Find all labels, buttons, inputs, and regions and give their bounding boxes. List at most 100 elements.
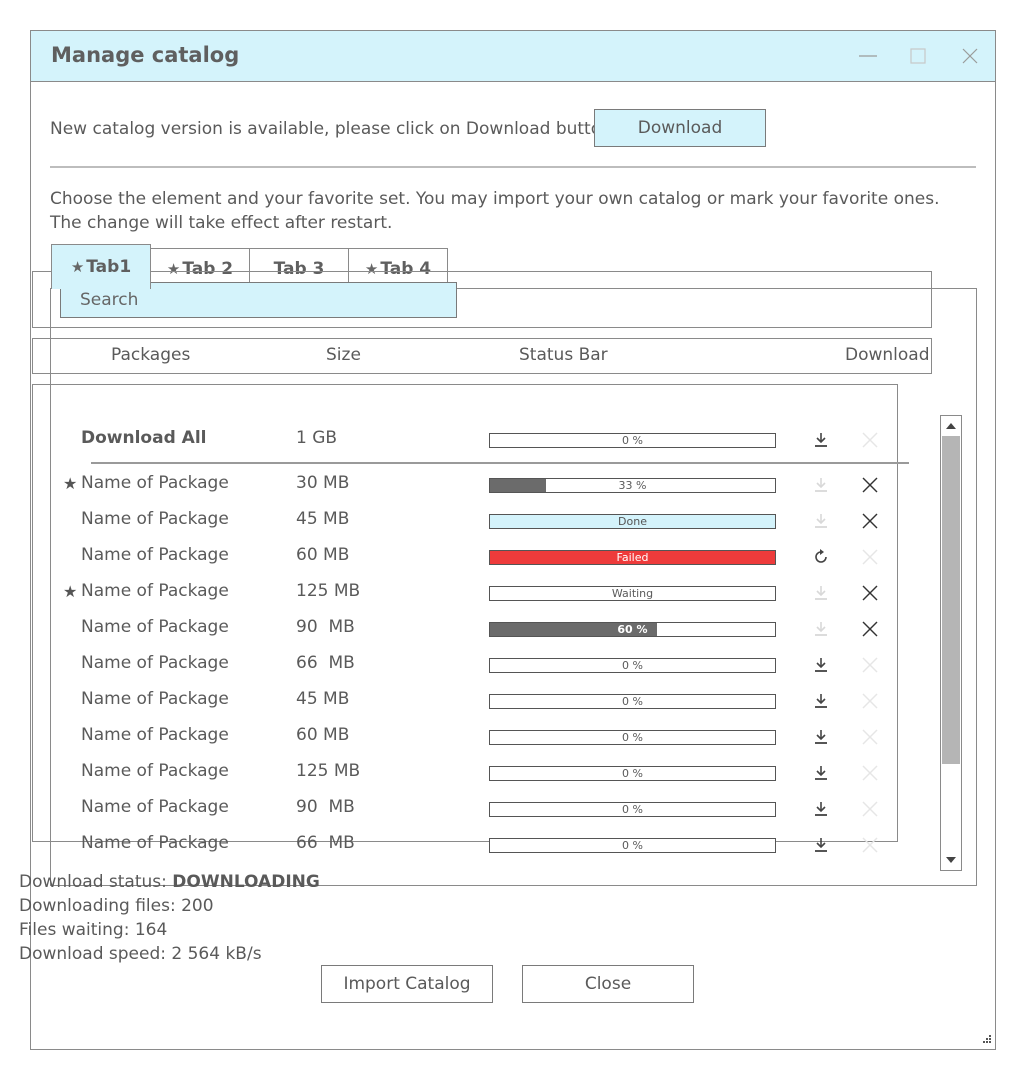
description-line-2: The change will take effect after restar… [50,213,393,233]
refresh-icon[interactable] [811,547,831,567]
download-status-label: Download status: [19,872,173,892]
package-name: Name of Package [81,617,229,637]
title-bar: Manage catalog [31,31,995,82]
download-icon[interactable] [811,835,831,855]
progress-bar: 0 % [489,658,776,673]
package-name: Download All [81,428,207,448]
row-divider [91,462,909,464]
package-size: 66 MB [296,653,355,673]
maximize-icon[interactable] [907,45,929,67]
package-name: Name of Package [81,833,229,853]
table-row[interactable]: Name of Package 45 MB Done [33,503,893,539]
downloading-files: Downloading files: 200 [19,896,214,916]
header-download[interactable]: Download [845,345,930,365]
tab-1[interactable]: ★ Tab1 [51,244,151,289]
import-catalog-button[interactable]: Import Catalog [321,965,493,1003]
download-icon [815,514,827,528]
tab-label: Tab1 [86,257,132,277]
package-name: Name of Package [81,545,229,565]
scroll-up-icon[interactable] [943,418,959,434]
package-name: Name of Package [81,689,229,709]
progress-bar: 0 % [489,802,776,817]
download-icon[interactable] [811,655,831,675]
download-icon[interactable] [811,691,831,711]
star-icon[interactable]: ★ [63,582,77,601]
description-line-1: Choose the element and your favorite set… [50,189,940,209]
window-title: Manage catalog [51,43,240,67]
package-name: Name of Package [81,473,229,493]
progress-bar: 0 % [489,433,776,448]
table-row[interactable]: Name of Package 66 MB 0 % [33,827,893,863]
download-status-value: DOWNLOADING [172,872,320,892]
package-name: Name of Package [81,581,229,601]
progress-bar: 0 % [489,766,776,781]
close-button[interactable]: Close [522,965,694,1003]
header-size[interactable]: Size [326,345,361,365]
table-row[interactable]: ★ Name of Package 30 MB 33 % [33,467,893,503]
table-row[interactable]: Name of Package 90 MB 0 % [33,791,893,827]
progress-label: 0 % [622,434,643,447]
close-icon[interactable] [959,45,981,67]
download-icon[interactable] [811,763,831,783]
scroll-thumb[interactable] [942,436,960,764]
package-size: 125 MB [296,761,361,781]
close-icon[interactable] [860,511,880,531]
star-icon[interactable]: ★ [63,474,77,493]
progress-label: Failed [616,551,649,564]
progress-bar: Waiting [489,586,776,601]
package-name: Name of Package [81,797,229,817]
close-icon [862,549,878,565]
header-packages[interactable]: Packages [111,345,190,365]
package-size: 45 MB [296,689,350,709]
progress-label: 0 % [622,767,643,780]
progress-bar: 0 % [489,730,776,745]
files-waiting: Files waiting: 164 [19,920,168,940]
close-icon [862,801,878,817]
package-size: 1 GB [296,428,338,448]
close-icon [862,432,878,448]
table-row[interactable]: ★ Name of Package 125 MB Waiting [33,575,893,611]
package-size: 30 MB [296,473,350,493]
progress-label: 0 % [622,803,643,816]
divider [50,166,976,168]
close-icon [862,765,878,781]
download-status: Download status: DOWNLOADING Downloading… [19,870,320,966]
close-icon[interactable] [860,619,880,639]
progress-bar: Done [489,514,776,529]
star-icon: ★ [70,258,85,276]
resize-grip-icon[interactable] [980,1034,992,1046]
progress-label: 0 % [622,695,643,708]
progress-bar: 60 % [489,622,776,637]
table-row[interactable]: Name of Package 90 MB 60 % [33,611,893,647]
scrollbar[interactable] [940,415,962,871]
progress-label: Waiting [611,587,654,600]
download-icon[interactable] [811,799,831,819]
close-icon [862,729,878,745]
scroll-down-icon[interactable] [943,852,959,868]
package-name: Name of Package [81,761,229,781]
table-row[interactable]: Name of Package 66 MB 0 % [33,647,893,683]
download-icon[interactable] [811,430,831,450]
package-size: 90 MB [296,617,355,637]
minimize-icon[interactable] [857,45,879,67]
package-name: Name of Package [81,509,229,529]
package-size: 60 MB [296,545,350,565]
progress-label: 0 % [622,731,643,744]
progress-label: 0 % [622,659,643,672]
table-row[interactable]: Name of Package 45 MB 0 % [33,683,893,719]
package-size: 60 MB [296,725,350,745]
download-icon [815,622,827,636]
download-icon [815,586,827,600]
download-speed: Download speed: 2 564 kB/s [19,944,262,964]
close-icon[interactable] [860,583,880,603]
download-catalog-button[interactable]: Download [594,109,766,147]
table-row[interactable]: Name of Package 125 MB 0 % [33,755,893,791]
download-all-row[interactable]: Download All 1 GB 0 % [33,422,893,458]
table-row[interactable]: Name of Package 60 MB 0 % [33,719,893,755]
download-icon[interactable] [811,727,831,747]
table-row[interactable]: Name of Package 60 MB Failed [33,539,893,575]
close-icon[interactable] [860,475,880,495]
header-status[interactable]: Status Bar [519,345,608,365]
progress-bar: 33 % [489,478,776,493]
progress-bar: 0 % [489,694,776,709]
